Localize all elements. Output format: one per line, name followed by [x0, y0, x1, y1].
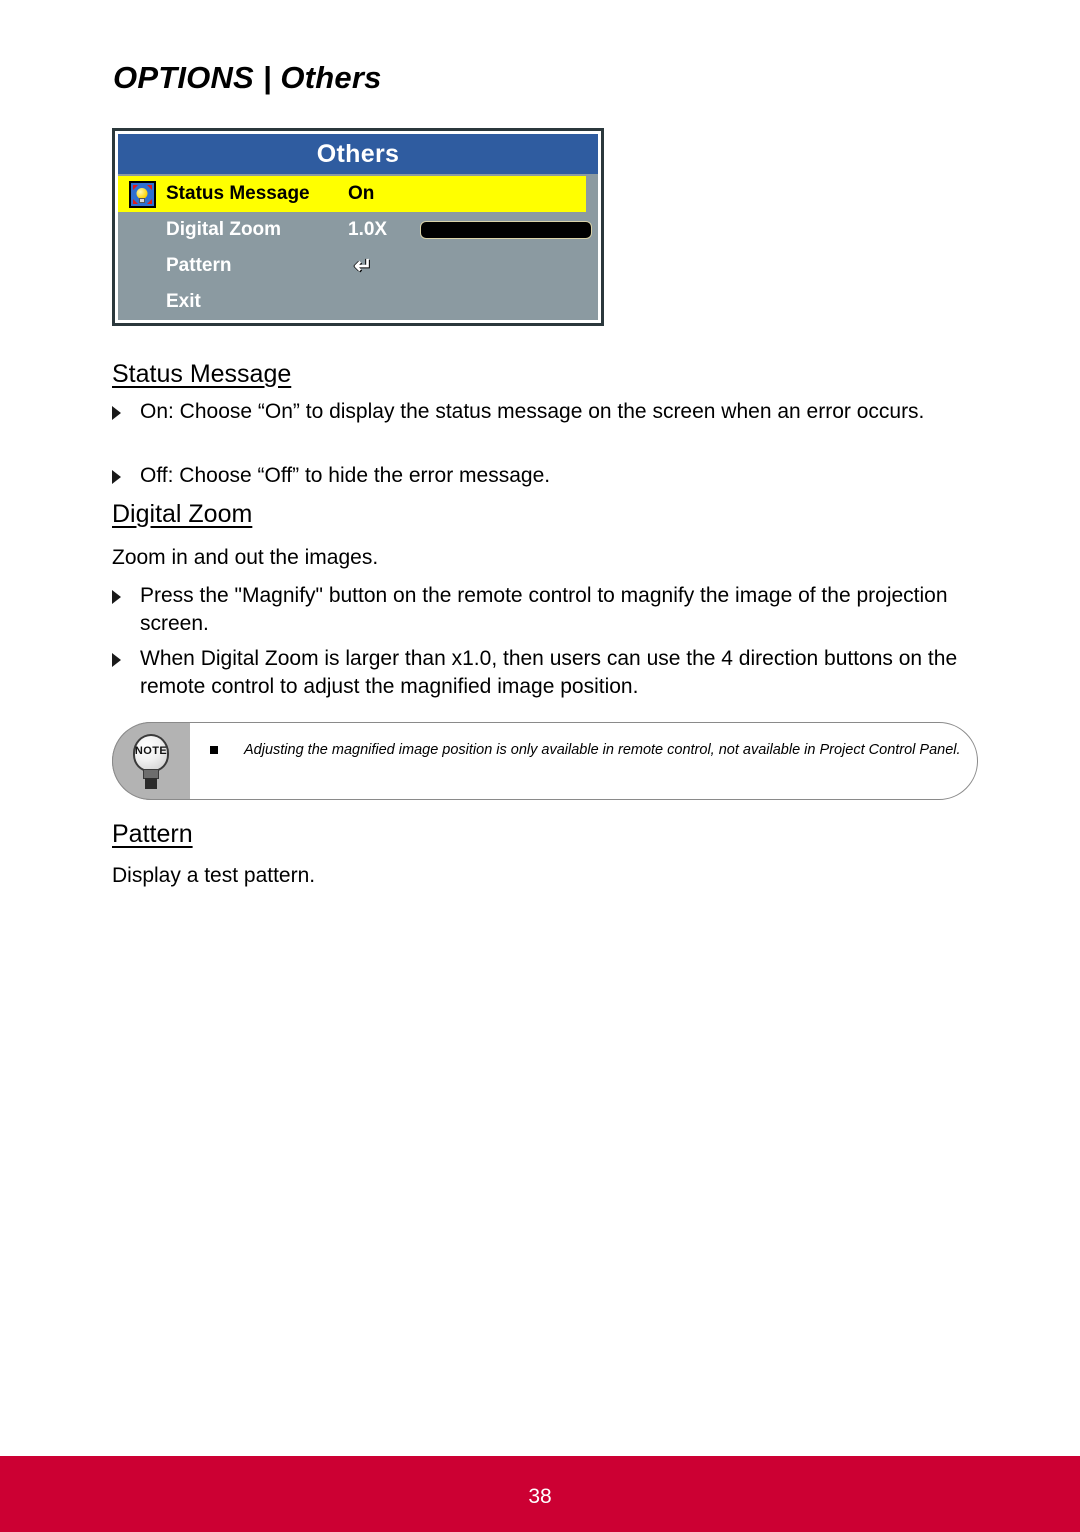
digital-zoom-intro: Zoom in and out the images. [112, 546, 379, 569]
osd-row-status-message[interactable]: Status Message On [118, 176, 586, 212]
section-heading-digital-zoom: Digital Zoom [112, 500, 253, 528]
triangle-bullet-icon [112, 406, 121, 420]
pattern-intro: Display a test pattern. [112, 864, 316, 887]
section-heading-status-message: Status Message [112, 360, 292, 388]
osd-menu-rows: Status Message On Digital Zoom 1.0X Patt… [118, 174, 598, 320]
section-heading-pattern: Pattern [112, 820, 193, 848]
triangle-bullet-icon [112, 653, 121, 667]
osd-row-value: On [348, 183, 375, 204]
osd-menu-inner: Others Status Message On Digital Zoom 1.… [115, 131, 601, 323]
osd-menu-title: Others [118, 134, 598, 174]
osd-row-pattern[interactable]: Pattern ↵ [118, 248, 598, 284]
square-bullet-icon [210, 746, 218, 754]
bullet-text: Off: Choose “Off” to hide the error mess… [140, 464, 551, 487]
page-title: OPTIONS | Others [113, 60, 382, 95]
enter-arrow-icon[interactable]: ↵ [354, 255, 372, 277]
note-text: Adjusting the magnified image position i… [244, 742, 961, 758]
bullet-status-message-off: Off: Choose “Off” to hide the error mess… [112, 462, 962, 490]
osd-row-exit[interactable]: Exit [118, 284, 598, 320]
triangle-bullet-icon [112, 590, 121, 604]
bullet-text: On: Choose “On” to display the status me… [140, 400, 925, 423]
osd-row-digital-zoom[interactable]: Digital Zoom 1.0X [118, 212, 598, 248]
bullet-text: When Digital Zoom is larger than x1.0, t… [140, 647, 958, 699]
bullet-status-message-on: On: Choose “On” to display the status me… [112, 398, 962, 426]
note-badge-label: NOTE [134, 745, 168, 757]
digital-zoom-slider[interactable] [420, 221, 592, 239]
osd-row-label: Digital Zoom [166, 219, 282, 240]
note-body: Adjusting the magnified image position i… [210, 740, 962, 761]
bullet-digital-zoom-direction: When Digital Zoom is larger than x1.0, t… [112, 645, 962, 701]
osd-menu: Others Status Message On Digital Zoom 1.… [112, 128, 604, 326]
osd-row-value: 1.0X [348, 219, 388, 240]
osd-row-label: Pattern [166, 255, 232, 276]
osd-row-label: Exit [166, 291, 201, 312]
document-page: OPTIONS | Others Others Status Message O… [0, 0, 1080, 1532]
bullet-text: Press the "Magnify" button on the remote… [140, 584, 948, 636]
note-lightbulb-icon: NOTE [131, 734, 171, 790]
lightbulb-icon [118, 180, 166, 208]
bullet-digital-zoom-magnify: Press the "Magnify" button on the remote… [112, 582, 962, 638]
osd-row-label: Status Message [166, 183, 310, 204]
note-callout: NOTE Adjusting the magnified image posit… [112, 722, 978, 800]
triangle-bullet-icon [112, 470, 121, 484]
page-number: 38 [528, 1485, 552, 1508]
